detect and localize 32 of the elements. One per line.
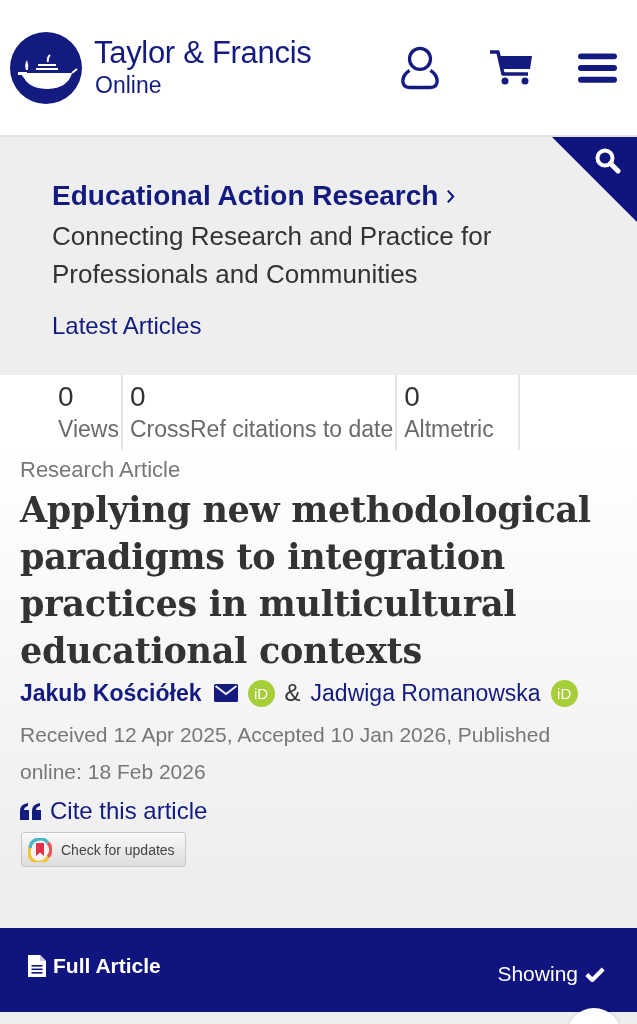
cart-icon[interactable] — [490, 49, 532, 86]
metric-value: 0 — [58, 380, 74, 414]
showing-status: Showing — [497, 962, 578, 986]
bookmark-ring-icon — [28, 837, 52, 862]
article-type: Research Article — [20, 456, 181, 484]
full-article-link[interactable]: Full Article — [28, 954, 161, 978]
metric-value: 0 — [404, 380, 420, 414]
chevron-right-icon — [446, 188, 456, 204]
lamp-logo-icon[interactable] — [10, 31, 82, 104]
menu-icon[interactable] — [578, 52, 617, 83]
metric-value: 0 — [129, 380, 146, 414]
cite-article-link[interactable]: Cite this article — [20, 796, 208, 826]
journal-title-link[interactable]: Educational Action Research — [52, 179, 456, 213]
article-title: Applying new methodological paradigms to integration practices in multicultural educational contexts — [20, 488, 592, 673]
quote-icon — [20, 802, 42, 820]
metric-label: Altmetric — [404, 415, 494, 443]
search-icon — [595, 148, 621, 174]
brand-name[interactable]: Taylor & Francis — [94, 35, 312, 70]
envelope-icon[interactable] — [213, 684, 238, 702]
metric-label: Views — [58, 415, 119, 443]
brand-subtitle[interactable]: Online — [95, 69, 312, 100]
check-icon — [585, 965, 605, 983]
document-icon — [28, 955, 46, 977]
check-for-updates-button[interactable]: Check for updates — [21, 832, 186, 867]
author-separator: & — [284, 679, 301, 707]
metric-label: CrossRef citations to date — [129, 415, 394, 443]
publication-dates: Received 12 Apr 2025, Accepted 10 Jan 2026, Published online: 18 Feb 2026 — [20, 722, 552, 785]
author-link[interactable]: Jakub Kościółek — [20, 678, 202, 708]
journal-subtitle: Connecting Research and Practice for Professionals and Communities — [52, 220, 493, 291]
latest-articles-link[interactable]: Latest Articles — [52, 311, 202, 341]
author-link[interactable]: Jadwiga Romanowska — [310, 678, 541, 708]
user-icon[interactable] — [400, 45, 440, 90]
